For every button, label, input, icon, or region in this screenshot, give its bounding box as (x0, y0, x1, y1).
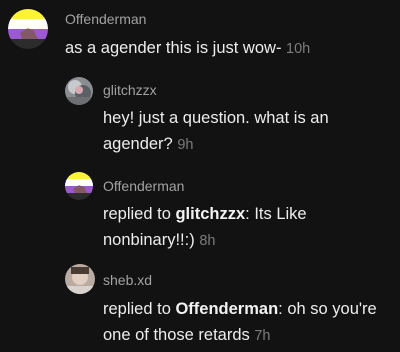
reply-timestamp: 9h (177, 137, 194, 153)
mention-link[interactable]: glitchzzx (175, 205, 245, 223)
photo-avatar-icon[interactable] (65, 264, 95, 294)
reply-timestamp: 8h (199, 233, 216, 249)
reply-text: hey! just a question. what is an agender… (103, 105, 383, 158)
reply-prefix: replied to (103, 205, 176, 223)
comment-text-content: as a agender this is just wow- (65, 39, 282, 57)
reply-item: sheb.xd replied to Offenderman: oh so yo… (0, 262, 400, 352)
reply-item: Offenderman replied to glitchzzx: Its Li… (0, 168, 400, 258)
reply-username[interactable]: Offenderman (103, 178, 184, 194)
comment-item: Offenderman as a agender this is just wo… (0, 0, 400, 60)
photo-avatar-icon[interactable] (65, 77, 93, 105)
reply-username[interactable]: sheb.xd (103, 272, 152, 288)
nonbinary-flag-avatar-icon[interactable] (65, 172, 93, 200)
reply-text: replied to Offenderman: oh so you're one… (103, 296, 393, 349)
nonbinary-flag-avatar-icon[interactable] (8, 9, 48, 49)
comment-text: as a agender this is just wow- 10h (65, 35, 395, 62)
mention-link[interactable]: Offenderman (175, 300, 278, 318)
comment-timestamp: 10h (286, 41, 311, 57)
comment-username[interactable]: Offenderman (65, 11, 146, 27)
reply-text-content: hey! just a question. what is an agender… (103, 109, 329, 153)
reply-username[interactable]: glitchzzx (103, 82, 157, 98)
reply-prefix: replied to (103, 300, 176, 318)
reply-item: glitchzzx hey! just a question. what is … (0, 70, 400, 165)
reply-timestamp: 7h (254, 328, 271, 344)
reply-text: replied to glitchzzx: Its Like nonbinary… (103, 201, 373, 254)
